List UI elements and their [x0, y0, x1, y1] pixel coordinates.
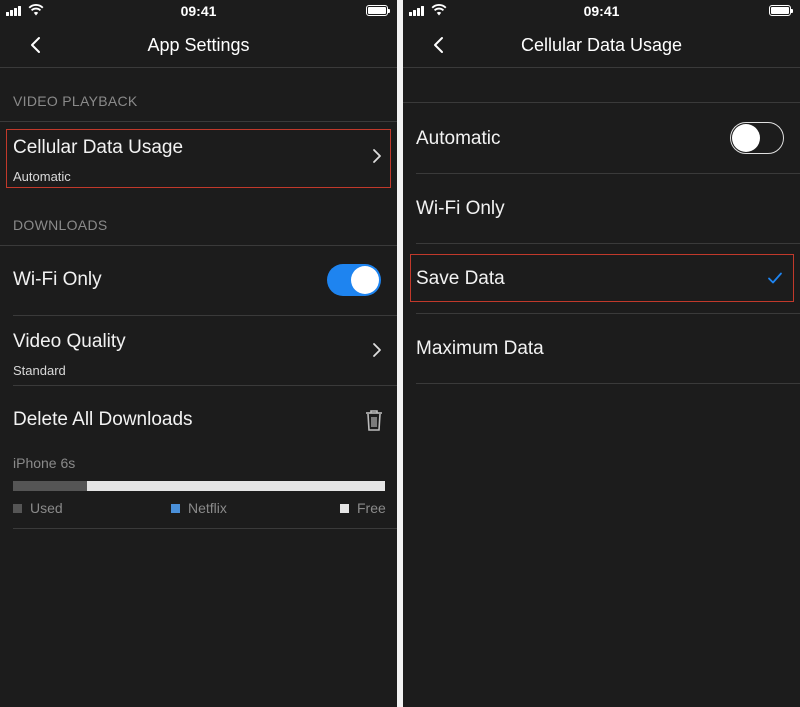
legend-used: Used: [13, 500, 63, 516]
device-name: iPhone 6s: [13, 455, 76, 471]
cellular-data-usage-title: Cellular Data Usage: [13, 137, 184, 158]
divider: [13, 315, 397, 316]
delete-all-downloads-label[interactable]: Delete All Downloads: [13, 409, 193, 431]
battery-icon: [769, 5, 793, 16]
chevron-right-icon[interactable]: [372, 342, 382, 358]
nav-bar: Cellular Data Usage: [403, 22, 800, 68]
divider: [416, 383, 800, 384]
video-quality-value: Standard: [13, 363, 66, 378]
wifi-only-label: Wi-Fi Only: [13, 269, 102, 290]
status-bar: 09:41: [403, 0, 800, 22]
page-title: Cellular Data Usage: [520, 35, 683, 55]
divider: [403, 102, 800, 103]
status-bar: 09:41: [0, 0, 397, 22]
status-time: 09:41: [583, 3, 620, 19]
divider: [0, 245, 397, 246]
option-maximum-data[interactable]: Maximum Data: [416, 338, 544, 360]
option-save-data-label: Save Data: [416, 268, 505, 289]
storage-bar: [13, 481, 385, 491]
cellular-data-usage-screen: 09:41 Cellular Data Usage Automatic Wi-F…: [403, 0, 800, 707]
divider: [416, 173, 800, 174]
storage-used-fill: [13, 481, 88, 491]
legend-netflix: Netflix: [171, 500, 227, 516]
option-wifi-only[interactable]: Wi-Fi Only: [416, 198, 505, 220]
legend-free: Free: [340, 500, 386, 516]
divider: [416, 313, 800, 314]
chevron-right-icon: [373, 149, 381, 163]
wifi-only-toggle[interactable]: [327, 264, 381, 296]
cellular-data-usage-value: Automatic: [13, 169, 71, 184]
divider: [0, 121, 397, 122]
section-header-video-playback: VIDEO PLAYBACK: [13, 93, 138, 109]
divider: [13, 385, 397, 386]
checkmark-icon: [768, 272, 782, 284]
battery-icon: [366, 5, 390, 16]
video-quality-title[interactable]: Video Quality: [13, 331, 126, 353]
divider: [416, 243, 800, 244]
status-time: 09:41: [180, 3, 217, 19]
option-automatic-label: Automatic: [416, 128, 501, 149]
section-header-downloads: DOWNLOADS: [13, 217, 108, 233]
app-settings-screen: 09:41 App Settings VIDEO PLAYBACK Cellul…: [0, 0, 397, 707]
nav-bar: App Settings: [0, 22, 397, 68]
divider: [13, 528, 397, 529]
page-title: App Settings: [147, 35, 250, 55]
trash-icon[interactable]: [365, 409, 383, 431]
automatic-toggle[interactable]: [730, 122, 784, 154]
